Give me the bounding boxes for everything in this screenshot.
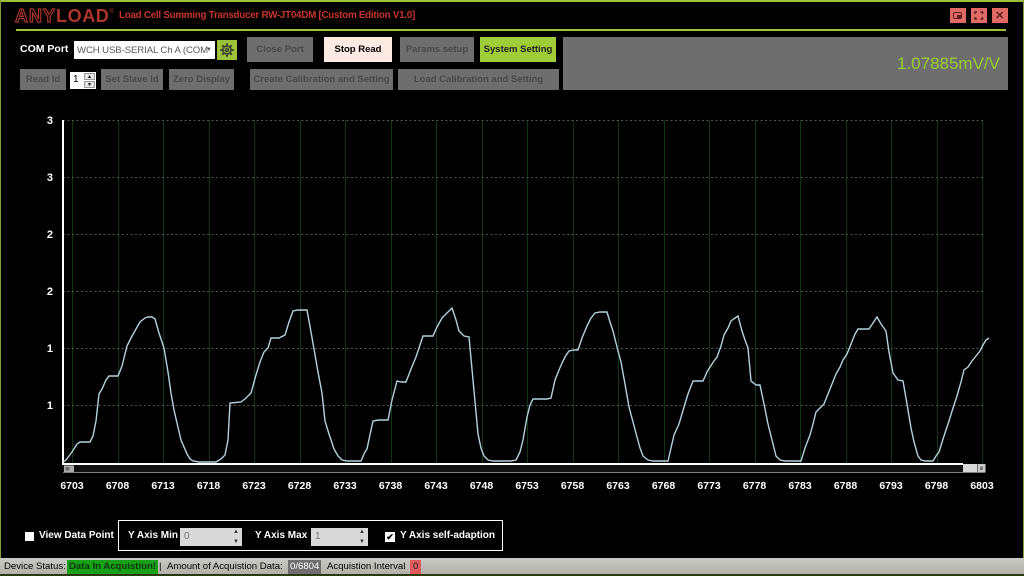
svg-text:6758: 6758: [561, 480, 585, 492]
svg-text:1: 1: [47, 400, 53, 412]
svg-text:6708: 6708: [106, 480, 130, 492]
svg-text:6753: 6753: [515, 480, 539, 492]
svg-text:1: 1: [47, 343, 53, 355]
svg-text:6748: 6748: [470, 480, 494, 492]
svg-text:6703: 6703: [60, 480, 84, 492]
svg-text:6803: 6803: [970, 480, 994, 492]
svg-text:6713: 6713: [151, 480, 175, 492]
svg-text:6788: 6788: [834, 480, 858, 492]
svg-text:6728: 6728: [288, 480, 312, 492]
svg-text:6763: 6763: [606, 480, 630, 492]
svg-text:6768: 6768: [652, 480, 676, 492]
svg-text:6778: 6778: [743, 480, 767, 492]
svg-text:6733: 6733: [333, 480, 357, 492]
svg-text:6738: 6738: [379, 480, 403, 492]
svg-text:6718: 6718: [197, 480, 221, 492]
svg-text:6723: 6723: [242, 480, 266, 492]
svg-text:3: 3: [47, 172, 53, 184]
svg-text:6783: 6783: [788, 480, 812, 492]
svg-text:2: 2: [47, 229, 53, 241]
svg-text:6743: 6743: [424, 480, 448, 492]
svg-text:2: 2: [47, 286, 53, 298]
svg-text:3: 3: [47, 115, 53, 127]
svg-text:6793: 6793: [879, 480, 903, 492]
svg-text:6773: 6773: [697, 480, 721, 492]
svg-text:6798: 6798: [925, 480, 949, 492]
